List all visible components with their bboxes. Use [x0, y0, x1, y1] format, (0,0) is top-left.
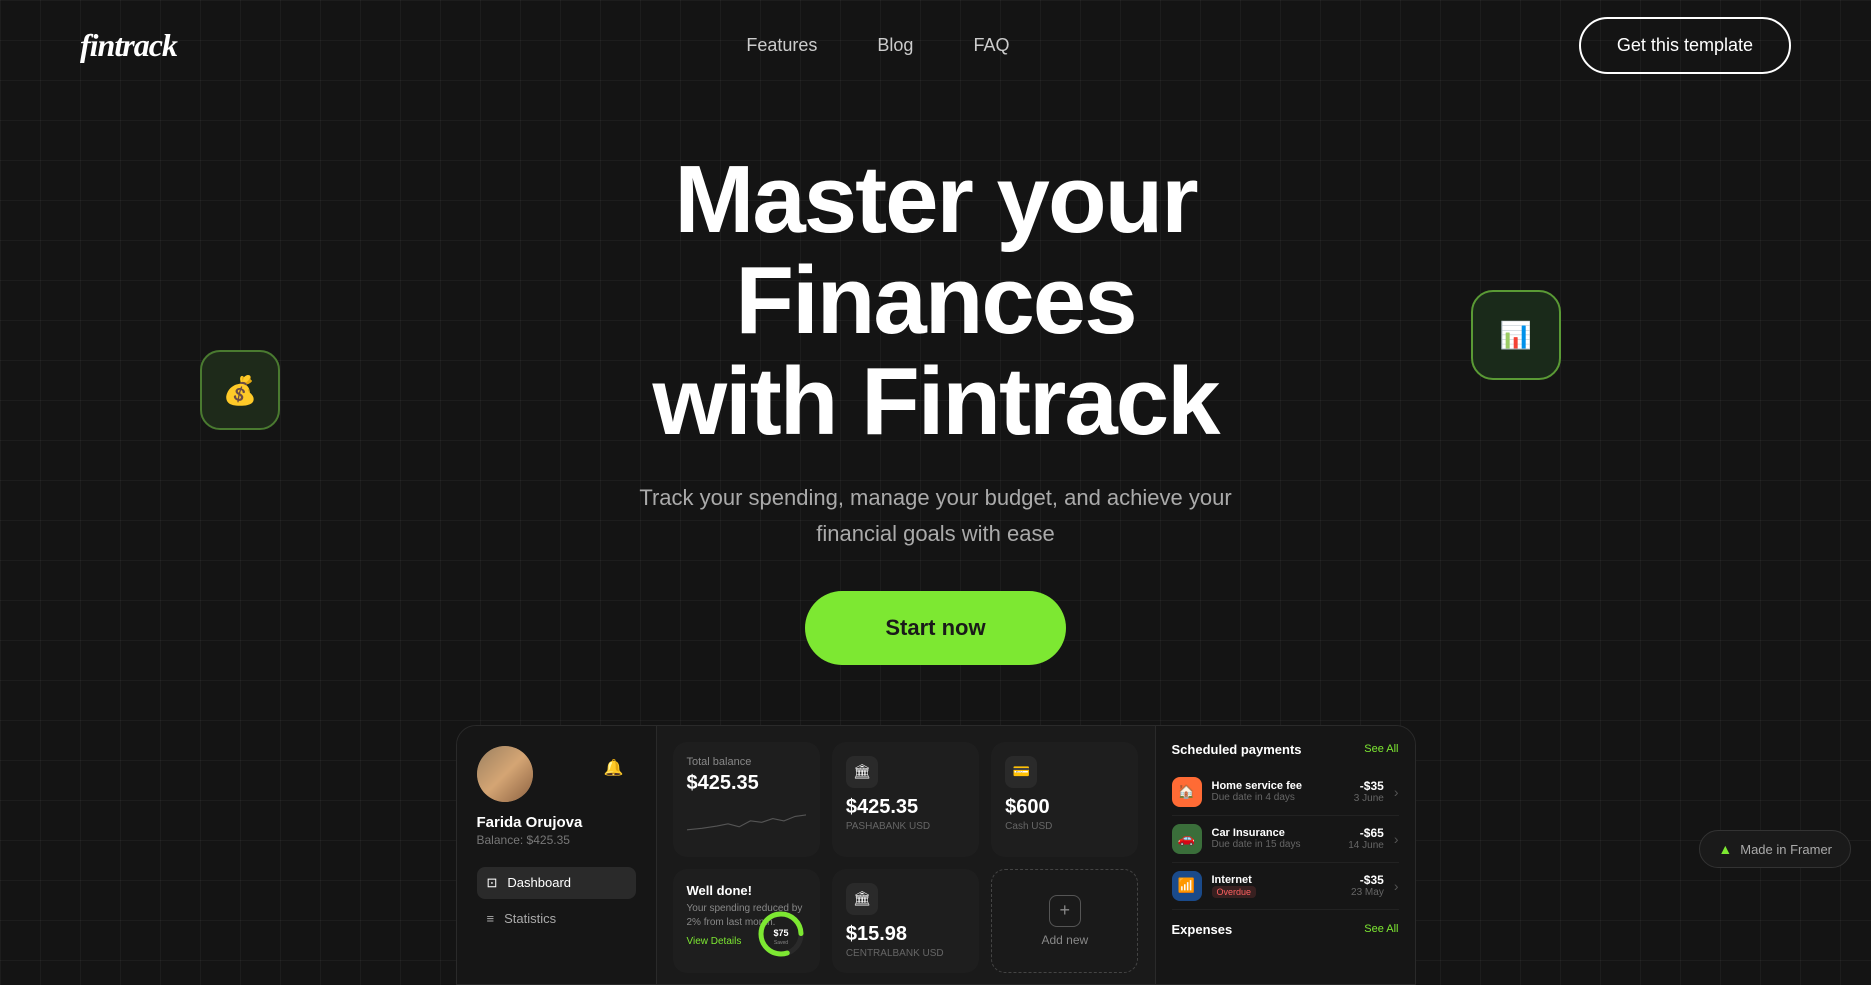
brand-logo[interactable]: fintrack [80, 27, 177, 64]
hero-subtitle: Track your spending, manage your budget,… [626, 480, 1246, 550]
navbar: fintrack Features Blog FAQ Get this temp… [0, 0, 1871, 90]
svg-text:$75: $75 [773, 928, 788, 938]
deco-box-left: 💰 [200, 350, 280, 430]
deco-left-icon: 💰 [200, 350, 280, 430]
car-insurance-date: 14 June [1348, 840, 1384, 851]
savings-donut: $75 Saved [756, 909, 806, 959]
internet-amount-col: -$35 23 May [1351, 873, 1384, 898]
scheduled-title: Scheduled payments [1172, 742, 1302, 757]
chevron-icon-2: › [1394, 831, 1399, 847]
internet-icon: 📶 [1172, 871, 1202, 901]
bank1-name: PASHABANK USD [846, 821, 965, 832]
car-insurance-due: Due date in 15 days [1212, 839, 1339, 850]
car-insurance-name: Car Insurance [1212, 827, 1339, 839]
get-template-button[interactable]: Get this template [1579, 17, 1791, 74]
internet-name: Internet [1212, 874, 1342, 886]
bank3-amount: $15.98 [846, 923, 965, 946]
bell-icon: 🔔 [604, 758, 624, 778]
total-balance-label: Total balance [687, 756, 806, 768]
framer-badge-label: Made in Framer [1740, 842, 1832, 857]
framer-badge: ▲ Made in Framer [1699, 830, 1851, 868]
car-insurance-amount-col: -$65 14 June [1348, 826, 1384, 851]
payment-item-internet: 📶 Internet Overdue -$35 23 May › [1172, 863, 1399, 910]
home-service-amount-col: -$35 3 June [1354, 779, 1384, 804]
sidebar-menu: ⊡ Dashboard ≡ Statistics [477, 867, 636, 934]
sidebar-item-statistics[interactable]: ≡ Statistics [477, 903, 636, 934]
home-service-name: Home service fee [1212, 780, 1344, 792]
add-new-card[interactable]: + Add new [991, 869, 1138, 973]
total-balance-card: Total balance $425.35 [673, 742, 820, 857]
framer-logo-icon: ▲ [1718, 841, 1732, 857]
bank2-name: Cash USD [1005, 821, 1124, 832]
nav-blog[interactable]: Blog [877, 35, 913, 56]
bank2-card: 💳 $600 Cash USD [991, 742, 1138, 857]
car-insurance-icon: 🚗 [1172, 824, 1202, 854]
expenses-title: Expenses [1172, 922, 1233, 937]
home-service-icon: 🏠 [1172, 777, 1202, 807]
hero-title: Master your Finances with Fintrack [486, 150, 1386, 452]
hero-title-line1: Master your Finances [674, 146, 1196, 354]
balance-chart [687, 803, 806, 838]
statistics-icon: ≡ [487, 911, 495, 926]
well-done-card: Well done! Your spending reduced by 2% f… [673, 869, 820, 973]
chevron-icon: › [1394, 784, 1399, 800]
car-insurance-amount: -$65 [1348, 826, 1384, 840]
user-name: Farida Orujova [477, 814, 636, 831]
sidebar-item-dashboard[interactable]: ⊡ Dashboard [477, 867, 636, 899]
add-new-label: Add new [1041, 933, 1088, 947]
home-service-due: Due date in 4 days [1212, 792, 1344, 803]
bank2-icon: 💳 [1005, 756, 1037, 788]
bank1-card: 🏛 $425.35 PASHABANK USD [832, 742, 979, 857]
home-service-info: Home service fee Due date in 4 days [1212, 780, 1344, 803]
balance-label: Balance: $425.35 [477, 833, 636, 847]
hero-title-line2: with Fintrack [652, 348, 1218, 455]
internet-info: Internet Overdue [1212, 874, 1342, 898]
balance-text: Balance: [477, 833, 524, 847]
dashboard-preview: 🔔 Farida Orujova Balance: $425.35 ⊡ Dash… [456, 725, 1416, 985]
well-done-title: Well done! [687, 883, 806, 898]
sidebar-label-statistics: Statistics [504, 911, 556, 926]
dashboard-icon: ⊡ [487, 875, 498, 891]
sidebar-inner: 🔔 Farida Orujova Balance: $425.35 ⊡ Dash… [477, 746, 636, 934]
total-balance-amount: $425.35 [687, 772, 806, 795]
avatar-image [477, 746, 533, 802]
scheduled-see-all[interactable]: See All [1364, 743, 1398, 755]
nav-faq[interactable]: FAQ [973, 35, 1009, 56]
home-service-amount: -$35 [1354, 779, 1384, 793]
bank1-amount: $425.35 [846, 796, 965, 819]
scheduled-payments-panel: Scheduled payments See All 🏠 Home servic… [1155, 726, 1415, 984]
scheduled-header: Scheduled payments See All [1172, 742, 1399, 757]
bank2-amount: $600 [1005, 796, 1124, 819]
nav-features[interactable]: Features [746, 35, 817, 56]
payment-item-home: 🏠 Home service fee Due date in 4 days -$… [1172, 769, 1399, 816]
expenses-header: Expenses See All [1172, 922, 1399, 937]
bank3-name: CENTRALBANK USD [846, 948, 965, 959]
deco-box-right: 📊 [1471, 290, 1561, 380]
expenses-see-all[interactable]: See All [1364, 923, 1398, 935]
dashboard-main: Total balance $425.35 🏛 $425.35 PASHABAN… [657, 726, 1155, 984]
svg-text:Saved: Saved [774, 940, 788, 946]
chart-icon: 📊 [1500, 320, 1532, 351]
start-now-button[interactable]: Start now [805, 591, 1065, 665]
car-insurance-info: Car Insurance Due date in 15 days [1212, 827, 1339, 850]
user-avatar [477, 746, 533, 802]
bank1-icon: 🏛 [846, 756, 878, 788]
internet-amount: -$35 [1351, 873, 1384, 887]
internet-date: 23 May [1351, 887, 1384, 898]
balance-value: $425.35 [527, 833, 570, 847]
home-service-date: 3 June [1354, 793, 1384, 804]
bank3-card: 🏛 $15.98 CENTRALBANK USD [832, 869, 979, 973]
hero-section: 💰 📊 Master your Finances with Fintrack T… [0, 90, 1871, 705]
dashboard-sidebar: 🔔 Farida Orujova Balance: $425.35 ⊡ Dash… [457, 726, 657, 984]
deco-right-icon: 📊 [1471, 290, 1551, 370]
chevron-icon-3: › [1394, 878, 1399, 894]
payment-item-car: 🚗 Car Insurance Due date in 15 days -$65… [1172, 816, 1399, 863]
sidebar-label-dashboard: Dashboard [507, 875, 571, 890]
nav-links: Features Blog FAQ [746, 35, 1009, 56]
coin-icon: 💰 [223, 374, 258, 407]
add-new-icon: + [1049, 895, 1081, 927]
